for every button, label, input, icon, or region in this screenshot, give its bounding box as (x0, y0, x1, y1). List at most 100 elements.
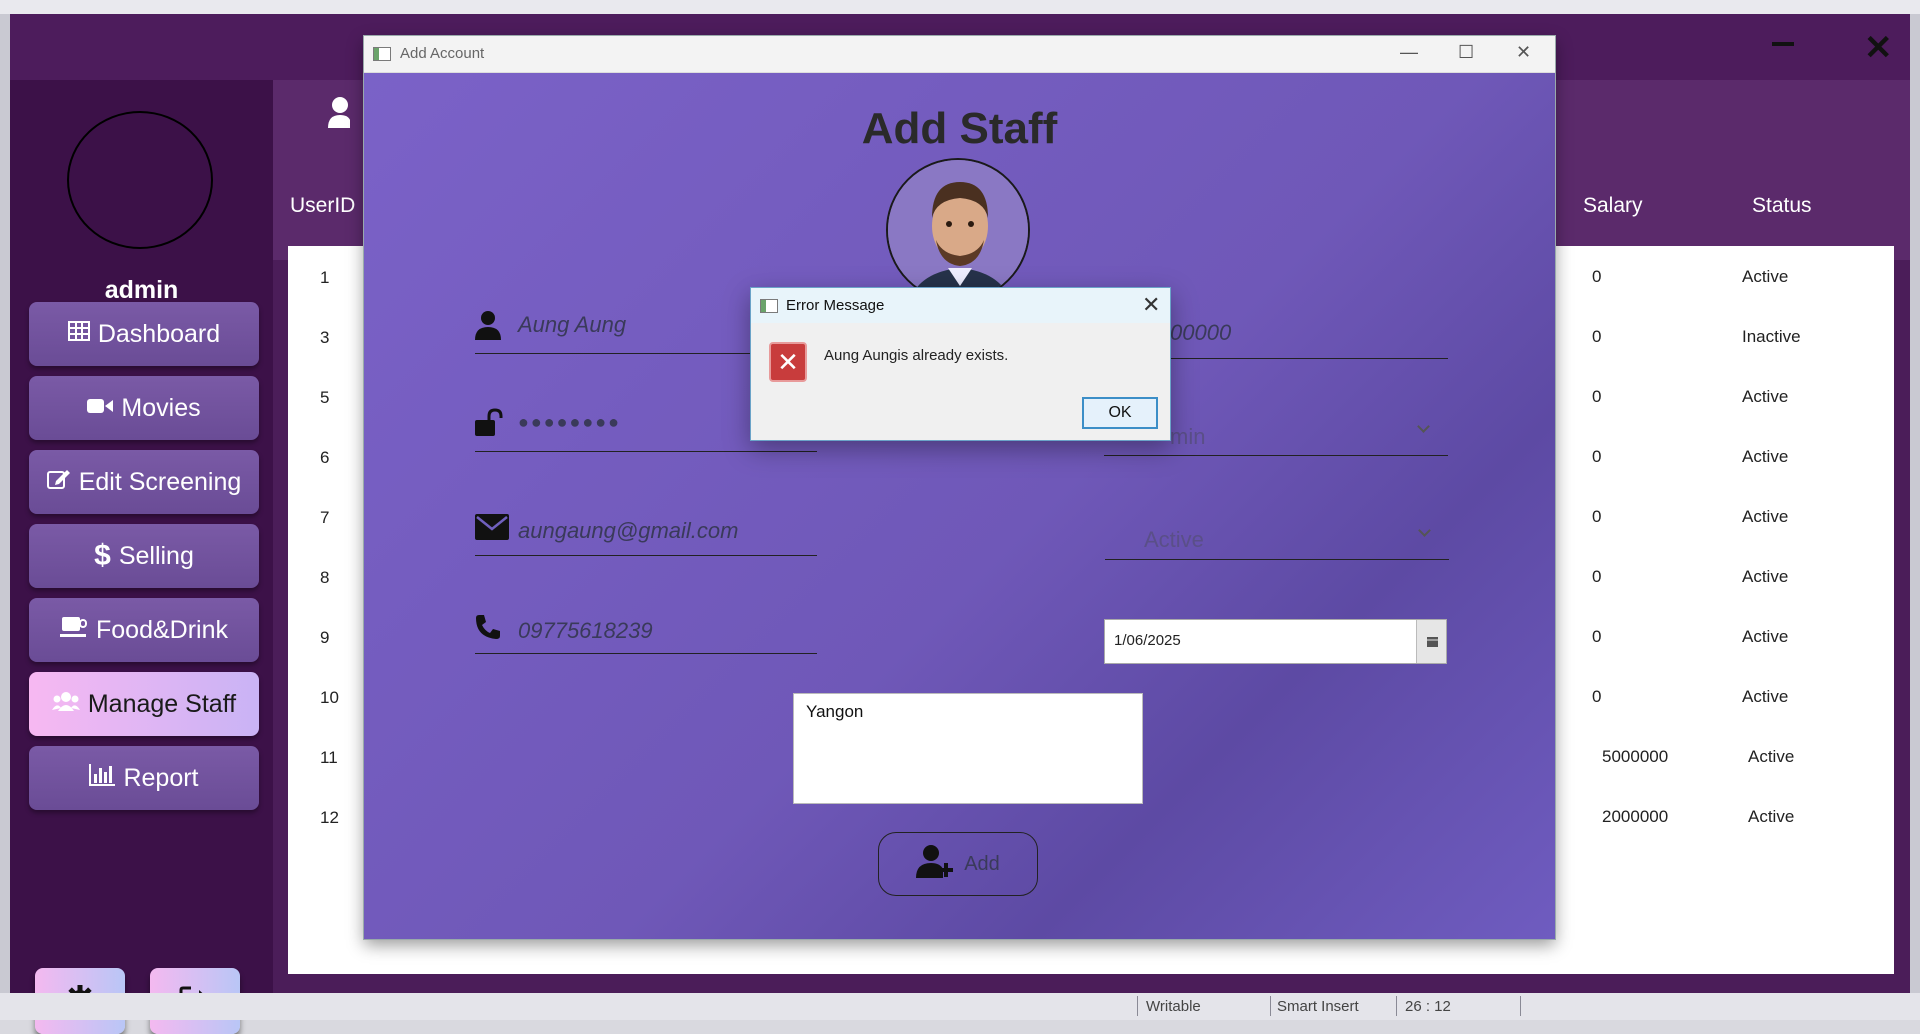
coffee-cup-icon (60, 616, 88, 644)
window-icon (373, 47, 391, 61)
users-icon (51, 691, 80, 717)
status-combo[interactable]: Active (1105, 510, 1449, 560)
status-separator (1137, 996, 1138, 1016)
video-camera-icon (87, 395, 114, 421)
table-cell-status: Active (1742, 687, 1789, 706)
avatar (67, 111, 213, 249)
table-cell-salary: 0 (1592, 507, 1602, 526)
phone-value: 09775618239 (518, 618, 653, 643)
sidebar-item-manage-staff[interactable]: Manage Staff (29, 672, 259, 736)
calendar-button[interactable] (1416, 620, 1446, 663)
table-cell-id: 8 (320, 568, 330, 587)
error-title: Error Message (786, 297, 885, 314)
close-icon[interactable]: ✕ (1142, 292, 1160, 318)
table-cell-salary: 0 (1592, 327, 1602, 346)
table-cell-status: Active (1742, 507, 1789, 526)
password-value: ●●●●●●●● (518, 412, 621, 432)
envelope-icon (475, 514, 509, 545)
sidebar-item-dashboard[interactable]: Dashboard (29, 302, 259, 366)
unlock-icon (475, 408, 505, 443)
salary-value: 00000 (1170, 320, 1232, 345)
error-message: Aung Aungis already exists. (824, 347, 1009, 364)
address-textarea[interactable]: Yangon (793, 693, 1143, 804)
sidebar-item-label: Dashboard (97, 319, 221, 348)
table-cell-salary: 5000000 (1602, 747, 1669, 766)
email-field[interactable]: aungaung@gmail.com (475, 506, 817, 556)
sidebar-item-food-drink[interactable]: Food&Drink (29, 598, 259, 662)
sidebar-item-report[interactable]: Report (29, 746, 259, 810)
column-header-userid[interactable]: UserID (290, 194, 355, 218)
table-cell-status: Active (1742, 627, 1789, 646)
table-cell-salary: 0 (1592, 627, 1602, 646)
table-cell-status: Active (1742, 447, 1789, 466)
chevron-down-icon (1417, 420, 1430, 433)
add-label: Add (964, 852, 1000, 875)
add-staff-button[interactable]: Add (878, 832, 1038, 896)
maximize-icon[interactable]: ☐ (1458, 42, 1474, 63)
status-bar: Writable Smart Insert 26 : 12 (0, 993, 1920, 1020)
status-value: Active (1144, 527, 1204, 552)
calendar-icon (1427, 637, 1438, 647)
table-cell-id: 5 (320, 388, 330, 407)
table-cell-salary: 0 (1592, 687, 1602, 706)
add-user-icon (916, 844, 958, 884)
sidebar-item-label: Manage Staff (87, 689, 237, 718)
table-cell-id: 11 (320, 748, 338, 767)
table-cell-status: Active (1748, 747, 1795, 766)
user-name: admin (104, 276, 179, 304)
sidebar-item-movies[interactable]: Movies (29, 376, 259, 440)
table-cell-status: Inactive (1742, 327, 1801, 346)
error-titlebar[interactable]: Error Message ✕ (751, 288, 1170, 323)
chevron-down-icon (1418, 524, 1431, 537)
column-header-salary[interactable]: Salary (1583, 194, 1643, 218)
email-value: aungaung@gmail.com (518, 518, 739, 543)
column-header-status[interactable]: Status (1752, 194, 1812, 218)
table-cell-status: Active (1742, 267, 1789, 286)
sidebar-item-label: Selling (118, 541, 194, 570)
date-picker[interactable]: 1/06/2025 (1104, 619, 1447, 664)
window-icon (760, 299, 778, 313)
name-field[interactable]: Aung Aung (475, 306, 780, 354)
error-dialog: Error Message ✕ ✕ Aung Aungis already ex… (750, 287, 1171, 441)
table-icon (67, 321, 90, 347)
minimize-icon[interactable]: — (1400, 42, 1418, 63)
table-cell-status: Active (1748, 807, 1795, 826)
minimize-icon[interactable] (1772, 42, 1794, 46)
table-cell-id: 9 (320, 628, 330, 647)
table-cell-id: 1 (320, 268, 330, 287)
sidebar-item-label: Movies (121, 393, 201, 422)
table-cell-salary: 2000000 (1602, 807, 1669, 826)
date-value: 1/06/2025 (1114, 632, 1181, 649)
table-cell-id: 3 (320, 328, 330, 347)
phone-icon (475, 614, 501, 645)
edit-icon (46, 468, 71, 496)
role-value: min (1170, 424, 1206, 449)
table-cell-id: 12 (320, 808, 339, 827)
close-icon[interactable]: ✕ (1516, 42, 1531, 63)
table-cell-id: 7 (320, 508, 330, 527)
add-account-dialog: Add Account — ☐ ✕ Add Staff Aung Aung ●●… (364, 36, 1555, 939)
ok-button[interactable]: OK (1082, 397, 1158, 429)
sidebar-item-label: Report (123, 763, 199, 792)
dollar-icon: $ (94, 539, 111, 572)
status-separator (1396, 996, 1397, 1016)
sidebar-item-edit-screening[interactable]: Edit Screening (29, 450, 259, 514)
close-icon[interactable]: ✕ (1864, 28, 1893, 68)
status-separator (1270, 996, 1271, 1016)
table-cell-salary: 0 (1592, 567, 1602, 586)
staff-photo[interactable] (886, 158, 1030, 302)
status-writable: Writable (1146, 998, 1201, 1015)
sidebar-item-selling[interactable]: $ Selling (29, 524, 259, 588)
table-cell-salary: 0 (1592, 267, 1602, 286)
dialog-title: Add Account (400, 45, 485, 62)
address-value: Yangon (806, 702, 864, 721)
window-left-edge (0, 14, 10, 993)
dialog-titlebar[interactable]: Add Account — ☐ ✕ (364, 36, 1555, 73)
phone-field[interactable]: 09775618239 (475, 604, 817, 654)
top-system-strip (0, 0, 1920, 14)
bar-chart-icon (89, 764, 116, 792)
table-cell-id: 10 (320, 688, 339, 707)
user-lock-icon (328, 96, 356, 132)
table-cell-salary: 0 (1592, 447, 1602, 466)
sidebar: admin Dashboard Movies Edit Screening $ … (10, 80, 273, 1034)
